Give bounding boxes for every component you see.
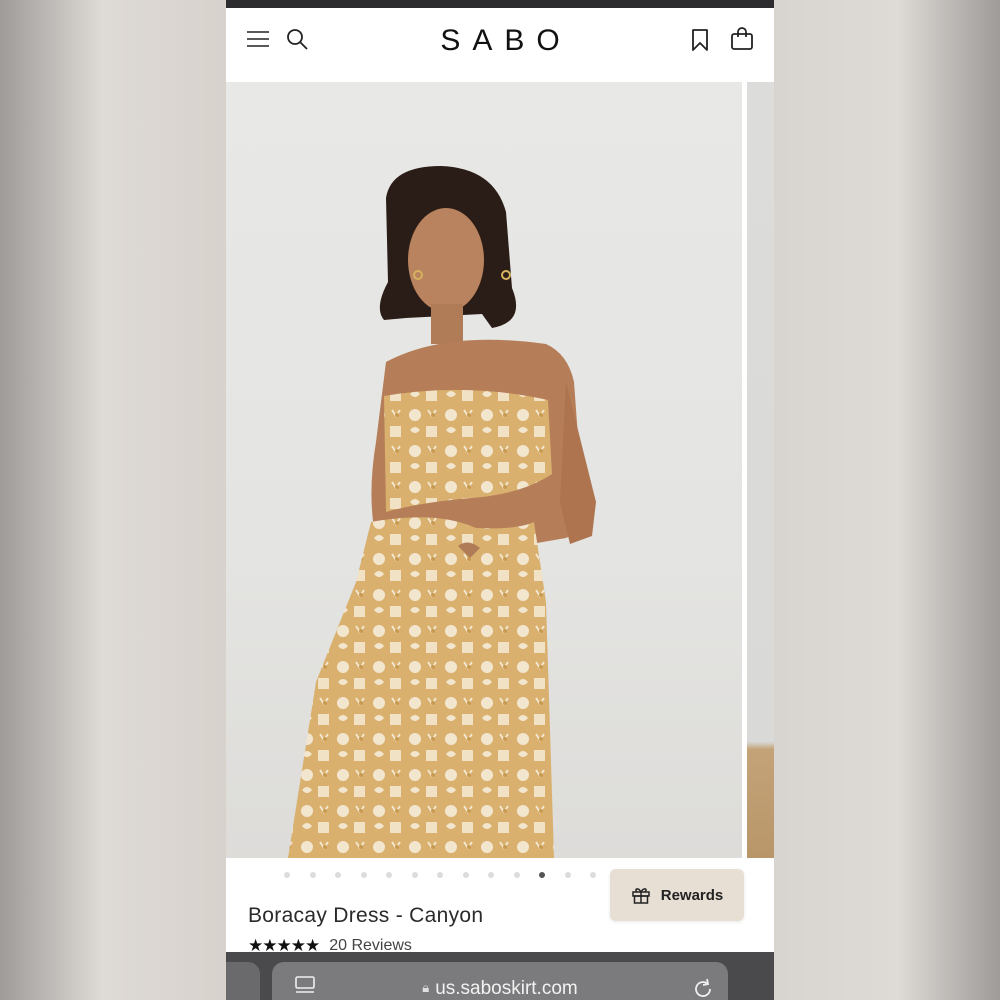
phone-screen: SABO Boracay Dress - Canyon ★★★★★ 20 Rev… xyxy=(226,0,774,1000)
pagination-dot[interactable] xyxy=(411,872,418,878)
url-display[interactable]: 🔒︎ us.saboskirt.com xyxy=(272,978,728,1000)
rewards-button[interactable]: Rewards xyxy=(610,869,744,921)
pagination-dot[interactable] xyxy=(284,872,290,878)
product-image[interactable] xyxy=(226,82,742,858)
reload-icon[interactable] xyxy=(692,978,714,1000)
product-title: Boracay Dress - Canyon xyxy=(248,904,484,927)
site-header: SABO xyxy=(226,8,774,82)
url-text: us.saboskirt.com xyxy=(435,978,578,999)
bag-icon xyxy=(731,27,753,50)
pagination-dot[interactable] xyxy=(513,872,520,878)
product-gallery[interactable] xyxy=(226,82,774,858)
pagination-dot[interactable] xyxy=(386,872,392,878)
pagination-dot[interactable] xyxy=(437,872,443,878)
pagination-dot[interactable] xyxy=(335,872,341,878)
pagination-dot[interactable] xyxy=(564,872,571,878)
pagination-dot[interactable] xyxy=(309,872,316,878)
pagination-dot[interactable] xyxy=(462,872,469,878)
bookmark-icon xyxy=(692,29,708,51)
browser-toolbar: 🔒︎ us.saboskirt.com xyxy=(226,952,774,1000)
address-bar[interactable]: 🔒︎ us.saboskirt.com xyxy=(272,962,728,1000)
cart-button[interactable] xyxy=(728,25,756,53)
pagination-dot[interactable] xyxy=(488,872,494,878)
previous-tab[interactable] xyxy=(226,962,260,1000)
wishlist-button[interactable] xyxy=(686,26,714,54)
pagination-dot[interactable] xyxy=(360,872,367,878)
pagination-dot[interactable] xyxy=(539,872,545,878)
background-left xyxy=(0,0,226,1000)
rewards-label: Rewards xyxy=(660,886,724,904)
gift-icon xyxy=(631,888,650,904)
lock-icon: 🔒︎ xyxy=(422,980,430,995)
next-image-peek[interactable] xyxy=(747,82,774,858)
model-photo-illustration xyxy=(288,166,596,858)
pagination-dot[interactable] xyxy=(590,872,596,878)
background-right xyxy=(774,0,1000,1000)
status-bar xyxy=(226,0,774,8)
